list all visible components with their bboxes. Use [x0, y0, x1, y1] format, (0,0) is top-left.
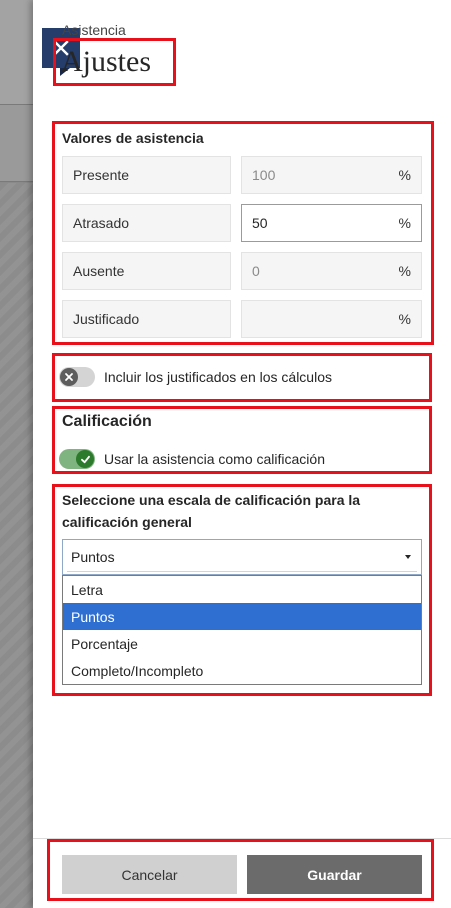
include-justified-toggle[interactable]	[59, 367, 95, 387]
include-justified-label: Incluir los justificados en los cálculos	[104, 369, 332, 385]
absent-value: 0	[252, 263, 260, 279]
row-label-excused: Justificado	[62, 300, 231, 338]
caret-down-icon	[405, 555, 411, 559]
scale-option-percentage[interactable]: Porcentaje	[63, 630, 421, 657]
late-value-input[interactable]: 50 %	[241, 204, 422, 242]
scale-heading: Seleccione una escala de calificación pa…	[62, 492, 361, 530]
scale-option-letter[interactable]: Letra	[63, 576, 421, 603]
absent-value-field: 0 %	[241, 252, 422, 290]
grading-heading: Calificación	[62, 413, 152, 430]
excused-value-field: %	[241, 300, 422, 338]
row-label-late: Atrasado	[62, 204, 231, 242]
scale-options-list: Letra Puntos Porcentaje Completo/Incompl…	[62, 575, 422, 685]
late-value: 50	[252, 215, 268, 231]
attendance-values-heading: Valores de asistencia	[62, 130, 204, 146]
scale-select-value: Puntos	[71, 549, 115, 565]
page-backdrop	[0, 0, 33, 908]
scale-option-points[interactable]: Puntos	[63, 603, 421, 630]
use-attendance-toggle[interactable]	[59, 449, 95, 469]
absent-unit: %	[398, 263, 411, 279]
scale-option-complete[interactable]: Completo/Incompleto	[63, 657, 421, 684]
use-attendance-label: Usar la asistencia como calificación	[104, 451, 325, 467]
row-label-absent: Ausente	[62, 252, 231, 290]
page-title: Ajustes	[61, 45, 151, 78]
scale-select[interactable]: Puntos	[62, 539, 422, 575]
excused-unit: %	[398, 311, 411, 327]
panel-subtitle: Asistencia	[62, 22, 126, 38]
x-icon	[65, 373, 73, 381]
late-unit: %	[398, 215, 411, 231]
present-value-field: 100 %	[241, 156, 422, 194]
row-label-present: Presente	[62, 156, 231, 194]
present-value: 100	[252, 167, 276, 183]
save-button[interactable]: Guardar	[247, 855, 422, 894]
cancel-button[interactable]: Cancelar	[62, 855, 237, 894]
check-icon	[80, 455, 90, 463]
present-unit: %	[398, 167, 411, 183]
